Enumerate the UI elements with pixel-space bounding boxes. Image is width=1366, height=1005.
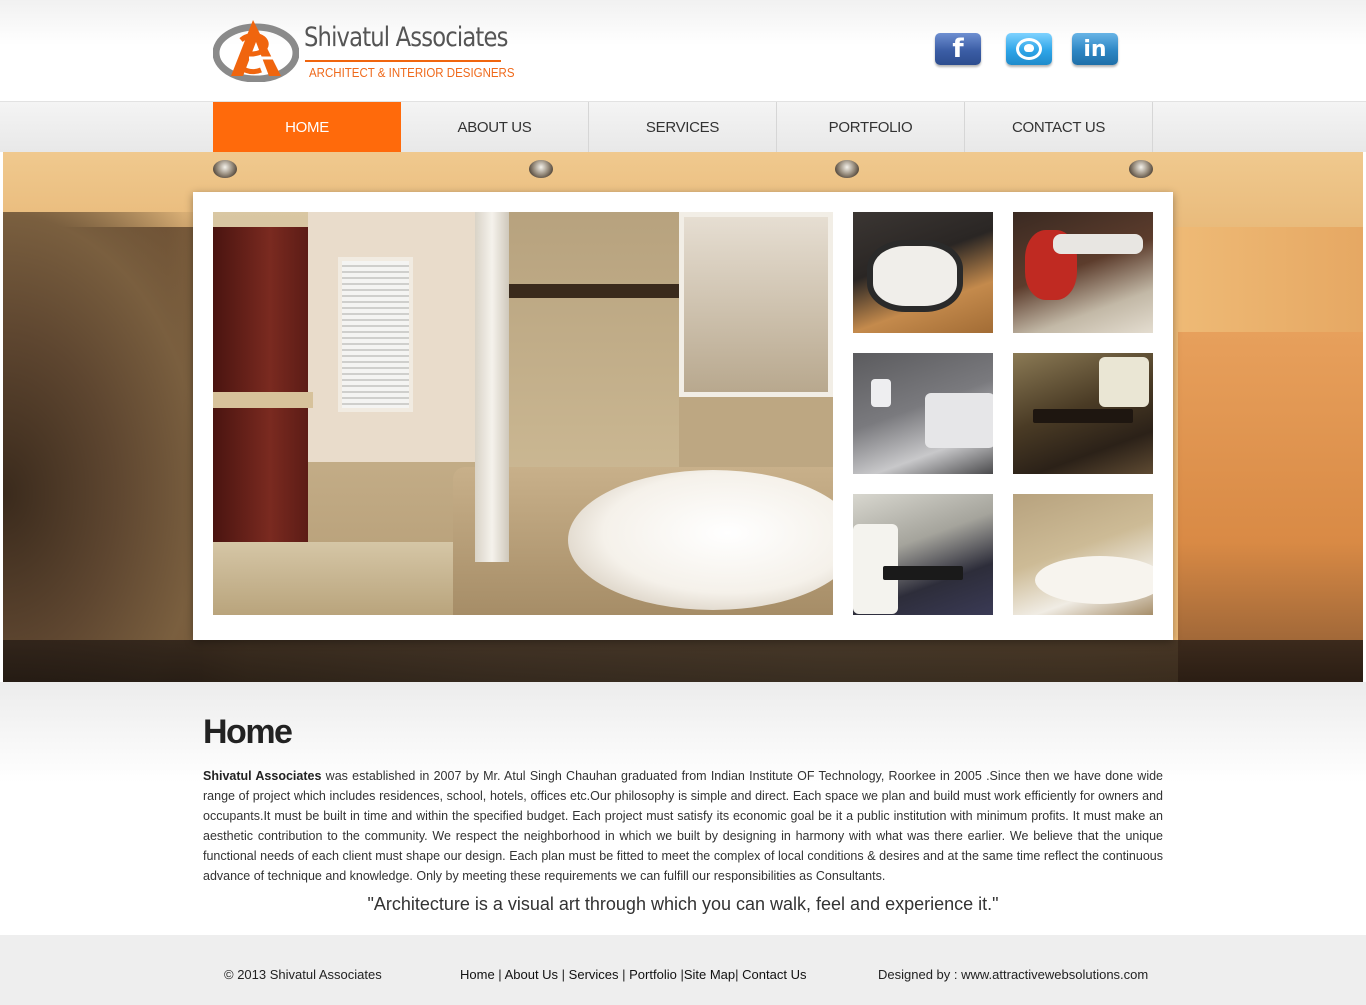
hero-floor (3, 640, 1363, 682)
hero-stone-wall (3, 212, 203, 682)
hero-sunset-window (1178, 332, 1363, 682)
twitter-icon (1016, 38, 1042, 60)
intro-text: was established in 2007 by Mr. Atul Sing… (203, 769, 1163, 883)
page-title: Home (203, 713, 293, 751)
nav-item-about-us[interactable]: ABOUT US (401, 102, 589, 153)
ceiling-lamp-icon (1129, 160, 1153, 178)
twitter-button[interactable] (1006, 33, 1052, 65)
gallery-thumbnail-living-room[interactable] (853, 494, 993, 615)
site-footer: © 2013 Shivatul Associates Home | About … (0, 935, 1366, 1005)
site-logo[interactable]: Shivatul Associates ARCHITECT & INTERIOR… (213, 16, 515, 86)
footer-link-services[interactable]: Services (569, 967, 619, 982)
gallery-thumbnail-lounge-chair[interactable] (853, 212, 993, 333)
nav-item-contact-us[interactable]: CONTACT US (965, 102, 1153, 153)
intro-paragraph: Shivatul Associates was established in 2… (203, 766, 1163, 886)
gallery-thumbnail-bathtub[interactable] (1013, 494, 1153, 615)
image-gallery (193, 192, 1173, 640)
featured-bathroom-photo (213, 212, 833, 615)
gallery-thumbnail-dining[interactable] (1013, 353, 1153, 474)
nav-item-home[interactable]: HOME (213, 102, 401, 153)
footer-links: Home | About Us | Services | Portfolio |… (460, 967, 806, 982)
ceiling-lamp-icon (835, 160, 859, 178)
footer-link-about-us[interactable]: About Us (505, 967, 558, 982)
main-content: Home Shivatul Associates was established… (0, 682, 1366, 935)
facebook-button[interactable]: f (935, 33, 981, 65)
gallery-thumbnail-red-chair[interactable] (1013, 212, 1153, 333)
intro-company-name: Shivatul Associates (203, 769, 322, 783)
ceiling-lamp-icon (529, 160, 553, 178)
footer-link-portfolio[interactable]: Portfolio (629, 967, 677, 982)
facebook-icon: f (952, 34, 964, 64)
designer-credit[interactable]: Designed by : www.attractivewebsolutions… (878, 967, 1148, 982)
ceiling-lamp-icon (213, 160, 237, 178)
copyright-notice: © 2013 Shivatul Associates (224, 967, 382, 982)
sa-monogram-logo-icon (213, 20, 299, 82)
footer-link-separator: | (618, 967, 630, 982)
footer-link-separator: | (558, 967, 569, 982)
site-header: Shivatul Associates ARCHITECT & INTERIOR… (0, 0, 1366, 101)
nav-item-portfolio[interactable]: PORTFOLIO (777, 102, 965, 153)
footer-link-site-map[interactable]: Site Map (684, 967, 735, 982)
main-nav: HOME ABOUT US SERVICES PORTFOLIO CONTACT… (0, 101, 1366, 153)
footer-link-separator: | (494, 967, 505, 982)
nav-item-services[interactable]: SERVICES (589, 102, 777, 153)
brand-tagline: ARCHITECT & INTERIOR DESIGNERS (309, 66, 515, 80)
footer-link-contact-us[interactable]: Contact Us (742, 967, 806, 982)
linkedin-button[interactable]: in (1072, 33, 1118, 65)
footer-link-separator: | (676, 967, 684, 982)
logo-divider (305, 60, 501, 62)
architecture-quote: "Architecture is a visual art through wh… (367, 894, 999, 914)
gallery-thumbnail-bedroom[interactable] (853, 353, 993, 474)
linkedin-icon: in (1083, 36, 1107, 62)
brand-name: Shivatul Associates (304, 22, 508, 53)
footer-link-home[interactable]: Home (460, 967, 495, 982)
